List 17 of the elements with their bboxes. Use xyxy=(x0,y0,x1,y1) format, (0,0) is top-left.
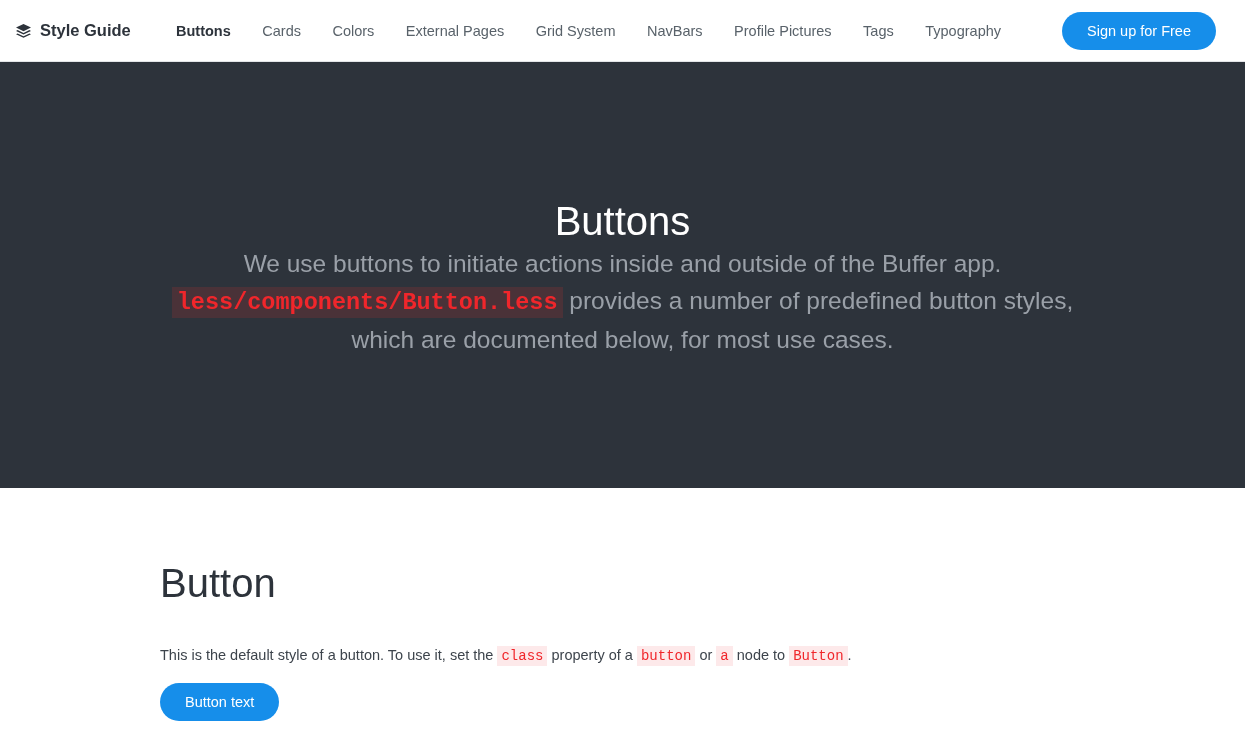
nav-link[interactable]: Buttons xyxy=(176,22,231,39)
section-description: This is the default style of a button. To use it, set the class property of a button or a node to Button . xyxy=(160,645,853,666)
hero-title: Buttons xyxy=(554,197,691,245)
layers-icon xyxy=(16,23,31,38)
nav-link[interactable]: Cards xyxy=(262,22,301,39)
nav-link[interactable]: NavBars xyxy=(646,22,703,39)
nav-link[interactable]: Colors xyxy=(332,22,375,39)
nav-link[interactable]: Grid System xyxy=(535,22,616,39)
nav-link[interactable]: Profile Pictures xyxy=(734,22,832,39)
logo-text[interactable]: Style Guide xyxy=(40,21,131,40)
hero-description: We use buttons to initiate actions inside and outside of the Buffer app. less/components/Button.less provides a number of predefined button styles, which are documented below, for most use cases. xyxy=(157,244,1088,358)
nav-link[interactable]: Typography xyxy=(925,22,1001,39)
section-heading: Button xyxy=(160,560,277,607)
nav-link[interactable]: External Pages xyxy=(405,22,505,39)
nav-link[interactable]: Tags xyxy=(863,22,894,39)
signup-button[interactable]: Sign up for Free xyxy=(1062,11,1216,50)
example-button[interactable]: Button text xyxy=(160,683,280,721)
